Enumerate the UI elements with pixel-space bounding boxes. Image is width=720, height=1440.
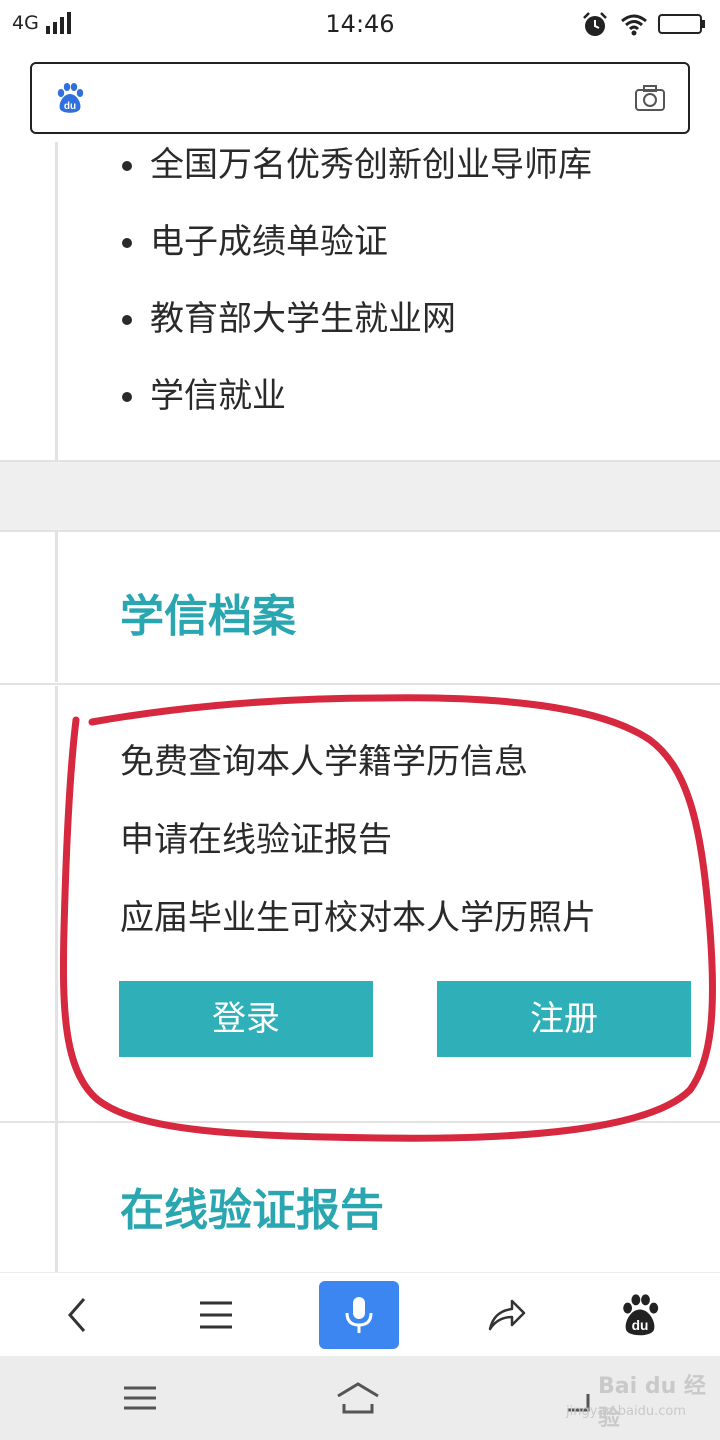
watermark-url: jingyan.baidu.com [566,1404,686,1419]
home-icon[interactable] [336,1378,380,1418]
baidu-paw-icon[interactable]: du [618,1293,662,1337]
content-divider-mid [55,530,58,682]
share-icon[interactable] [484,1293,528,1337]
status-bar: 4G 14:46 [0,0,720,52]
menu-icon[interactable] [194,1293,238,1337]
status-time: 14:46 [325,10,395,38]
info-line-report: 申请在线验证报告 [120,820,392,860]
alarm-icon [583,12,607,36]
section-separator [0,460,720,532]
section-title-online-report: 在线验证报告 [120,1185,384,1236]
baidu-logo-text: du [632,1318,649,1333]
list-item[interactable]: 电子成绩单验证 [122,219,592,296]
info-line-query: 免费查询本人学籍学历信息 [120,742,528,782]
content-divider-bottom [55,686,58,1272]
battery-icon [658,14,705,34]
list-item[interactable]: 教育部大学生就业网 [122,296,592,373]
recent-apps-icon[interactable] [118,1378,162,1418]
list-item[interactable]: 学信就业 [122,373,592,450]
register-button[interactable]: 注册 [437,981,691,1057]
info-line-photo: 应届毕业生可校对本人学历照片 [120,898,596,938]
watermark-text: Bai du 经验 [598,1374,706,1431]
baidu-logo-text: du [64,101,76,112]
link-list: 全国万名优秀创新创业导师库 电子成绩单验证 教育部大学生就业网 学信就业 [122,142,592,450]
back-icon[interactable] [56,1293,100,1337]
section-divider [0,1121,720,1123]
microphone-icon [345,1297,373,1333]
camera-icon[interactable] [634,84,666,112]
section-title-archive: 学信档案 [120,591,296,642]
browser-toolbar: du [0,1272,720,1357]
list-item[interactable]: 全国万名优秀创新创业导师库 [122,142,592,219]
login-button[interactable]: 登录 [119,981,373,1057]
search-bar[interactable]: du [30,62,690,134]
section-divider [0,683,720,685]
wifi-icon [621,14,647,36]
baidu-paw-icon: du [57,83,84,113]
content-divider-top [55,142,58,460]
voice-search-button[interactable] [319,1281,399,1349]
